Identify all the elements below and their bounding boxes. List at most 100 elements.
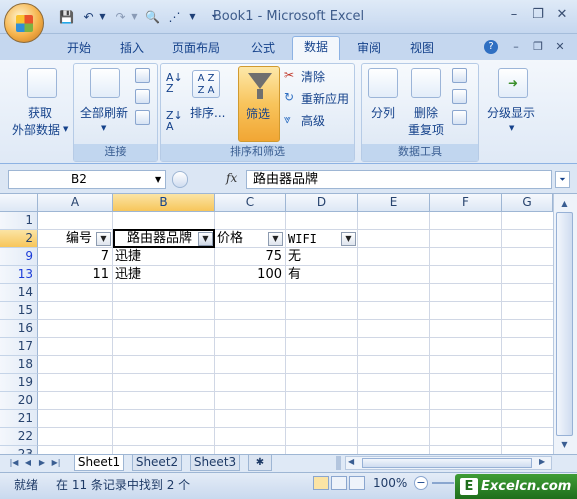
filter-dropdown-icon[interactable]: ▼ (96, 232, 111, 246)
cell-D9[interactable]: 无 (288, 248, 357, 266)
tab-formulas[interactable]: 公式 (244, 38, 282, 60)
row-header-22[interactable]: 22 (0, 428, 38, 446)
zoom-out-icon[interactable]: − (414, 476, 428, 490)
sort-az-icon[interactable]: A↓ Z (166, 72, 183, 94)
office-logo-icon (16, 15, 33, 32)
row-header-21[interactable]: 21 (0, 410, 38, 428)
column-header-A[interactable]: A (38, 194, 113, 212)
horizontal-scrollbar[interactable]: ◀ ▶ (345, 456, 552, 470)
page-break-view-icon[interactable] (349, 476, 365, 490)
row-header-13[interactable]: 13 (0, 266, 38, 284)
column-header-F[interactable]: F (430, 194, 502, 212)
next-sheet-icon[interactable]: ▶ (36, 457, 48, 469)
row-header-15[interactable]: 15 (0, 302, 38, 320)
normal-view-icon[interactable] (313, 476, 329, 490)
page-layout-view-icon[interactable] (331, 476, 347, 490)
column-header-B[interactable]: B (113, 194, 215, 212)
scroll-down-icon[interactable]: ▼ (556, 437, 573, 453)
reapply-button[interactable]: 重新应用 (301, 90, 349, 107)
formula-input[interactable]: 路由器品牌 (246, 170, 552, 189)
cell-B9[interactable]: 迅捷 (115, 248, 214, 266)
sort-button[interactable]: 排序... (190, 104, 225, 121)
sheet-tab-2[interactable]: Sheet2 (132, 455, 182, 471)
help-icon[interactable]: ? (484, 40, 498, 54)
row-header-14[interactable]: 14 (0, 284, 38, 302)
connections-icon[interactable] (135, 68, 150, 83)
office-button[interactable] (4, 3, 44, 43)
external-data-icon (27, 68, 57, 98)
cell-C9[interactable]: 75 (217, 248, 285, 266)
tab-insert[interactable]: 插入 (113, 38, 151, 60)
cell-A13[interactable]: 11 (40, 266, 112, 284)
expand-formula-bar-icon[interactable]: ⏷ (555, 171, 570, 188)
first-sheet-icon[interactable]: |◀ (8, 457, 20, 469)
formula-bar-handle-icon[interactable] (172, 171, 188, 188)
consolidate-icon[interactable] (452, 89, 467, 104)
tab-review[interactable]: 审阅 (350, 38, 388, 60)
maximize-icon[interactable]: ❐ (527, 6, 549, 24)
row-header-18[interactable]: 18 (0, 356, 38, 374)
ribbon-restore-icon[interactable]: ❐ (527, 38, 549, 56)
row-header-1[interactable]: 1 (0, 212, 38, 230)
column-header-C[interactable]: C (215, 194, 286, 212)
minimize-icon[interactable]: – (503, 6, 525, 24)
outline-icon: ➜ (498, 68, 528, 98)
row-header-2[interactable]: 2 (0, 230, 38, 248)
outline-button[interactable]: 分级显示 (487, 104, 535, 121)
remove-duplicates-label2[interactable]: 重复项 (408, 121, 444, 138)
advanced-button[interactable]: 高级 (301, 112, 325, 129)
hscroll-thumb[interactable] (362, 458, 532, 468)
ribbon-minimize-icon[interactable]: – (505, 38, 527, 56)
column-header-E[interactable]: E (358, 194, 430, 212)
cell-C13[interactable]: 100 (217, 266, 285, 284)
scroll-up-icon[interactable]: ▲ (556, 196, 573, 212)
filter-dropdown-icon[interactable]: ▼ (341, 232, 356, 246)
select-all-corner[interactable] (0, 194, 38, 212)
get-external-data-label1[interactable]: 获取 (28, 104, 52, 121)
tab-page-layout[interactable]: 页面布局 (165, 38, 227, 60)
row-header-20[interactable]: 20 (0, 392, 38, 410)
refresh-all-icon (90, 68, 120, 98)
insert-function-icon[interactable]: fx (226, 171, 237, 185)
column-header-G[interactable]: G (502, 194, 553, 212)
tab-split-handle[interactable] (336, 456, 341, 470)
prev-sheet-icon[interactable]: ◀ (22, 457, 34, 469)
cell-D13[interactable]: 有 (288, 266, 357, 284)
sheet-tab-1[interactable]: Sheet1 (74, 455, 124, 471)
edit-links-icon[interactable] (135, 110, 150, 125)
data-validation-icon[interactable] (452, 68, 467, 83)
column-header-D[interactable]: D (286, 194, 358, 212)
filter-dropdown-icon[interactable]: ▼ (268, 232, 283, 246)
what-if-icon[interactable] (452, 110, 467, 125)
tab-data[interactable]: 数据 (292, 36, 340, 61)
text-to-columns-button[interactable]: 分列 (371, 104, 395, 121)
scroll-left-icon[interactable]: ◀ (348, 457, 354, 466)
row-header-17[interactable]: 17 (0, 338, 38, 356)
insert-sheet-icon[interactable]: ✱ (248, 455, 272, 471)
cell-A9[interactable]: 7 (40, 248, 112, 266)
scroll-right-icon[interactable]: ▶ (539, 457, 545, 466)
tab-home[interactable]: 开始 (60, 38, 98, 60)
row-header-19[interactable]: 19 (0, 374, 38, 392)
last-sheet-icon[interactable]: ▶| (50, 457, 62, 469)
zoom-slider[interactable] (432, 482, 454, 484)
get-external-data-label2[interactable]: 外部数据 (12, 121, 60, 138)
clear-button[interactable]: 清除 (301, 68, 325, 85)
scrollbar-thumb[interactable] (556, 212, 573, 436)
close-icon[interactable]: ✕ (551, 6, 573, 24)
row-header-9[interactable]: 9 (0, 248, 38, 266)
sort-za-icon[interactable]: Z↓ A (166, 110, 183, 132)
cell-B13[interactable]: 迅捷 (115, 266, 214, 284)
tab-view[interactable]: 视图 (403, 38, 441, 60)
name-box-dropdown-icon[interactable]: ▼ (155, 171, 161, 188)
remove-duplicates-label1[interactable]: 删除 (414, 104, 438, 121)
filter-button[interactable]: 筛选 (238, 66, 280, 142)
name-box[interactable]: B2 ▼ (8, 170, 166, 189)
refresh-all-button[interactable]: 全部刷新 (80, 104, 128, 121)
group-connections-label: 连接 (74, 144, 157, 161)
sheet-tab-3[interactable]: Sheet3 (190, 455, 240, 471)
properties-icon[interactable] (135, 89, 150, 104)
zoom-level[interactable]: 100% (373, 476, 407, 490)
row-header-16[interactable]: 16 (0, 320, 38, 338)
workbook-close-icon[interactable]: ✕ (549, 38, 571, 56)
